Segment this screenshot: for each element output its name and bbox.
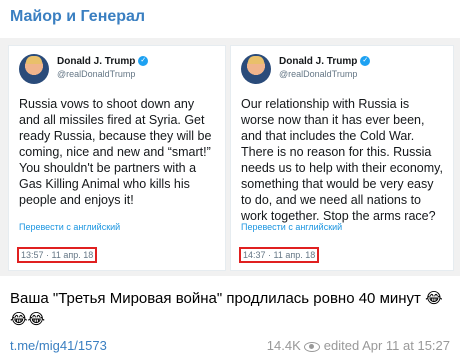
tweet-card-2: Donald J. Trump ✓ @realDonaldTrump Our re… <box>230 45 454 271</box>
post-caption: Ваша "Третья Мировая война" продлилась р… <box>10 290 443 328</box>
post-meta: 14.4K edited Apr 11 at 15:27 <box>267 338 450 353</box>
post-image[interactable]: Donald J. Trump ✓ @realDonaldTrump Russia… <box>0 38 460 276</box>
post-link[interactable]: t.me/mig41/1573 <box>10 338 107 353</box>
tweet-text: Our relationship with Russia is worse no… <box>241 97 443 223</box>
tweet-author: Donald J. Trump ✓ <box>57 56 149 67</box>
tweet-handle: @realDonaldTrump <box>279 69 358 79</box>
channel-name[interactable]: Майор и Генерал <box>10 8 145 26</box>
tweet-text: Russia vows to shoot down any and all mi… <box>19 97 212 207</box>
translate-link: Перевести с английский <box>19 222 121 232</box>
post-footer: t.me/mig41/1573 14.4K edited Apr 11 at 15… <box>10 336 450 356</box>
avatar <box>19 54 49 84</box>
eye-icon <box>303 341 320 352</box>
avatar <box>241 54 271 84</box>
verified-icon: ✓ <box>138 56 149 67</box>
tweet-timestamp: 13:57 · 11 апр. 18 <box>17 247 98 263</box>
tweet-author: Donald J. Trump ✓ <box>279 56 371 67</box>
edited-timestamp: edited Apr 11 at 15:27 <box>323 338 450 353</box>
tweet-card-1: Donald J. Trump ✓ @realDonaldTrump Russia… <box>8 45 226 271</box>
translate-link: Перевести с английский <box>241 222 343 232</box>
tweet-timestamp: 14:37 · 11 апр. 18 <box>239 247 320 263</box>
verified-icon: ✓ <box>360 56 371 67</box>
view-count: 14.4K <box>266 338 301 353</box>
tweet-handle: @realDonaldTrump <box>57 69 136 79</box>
